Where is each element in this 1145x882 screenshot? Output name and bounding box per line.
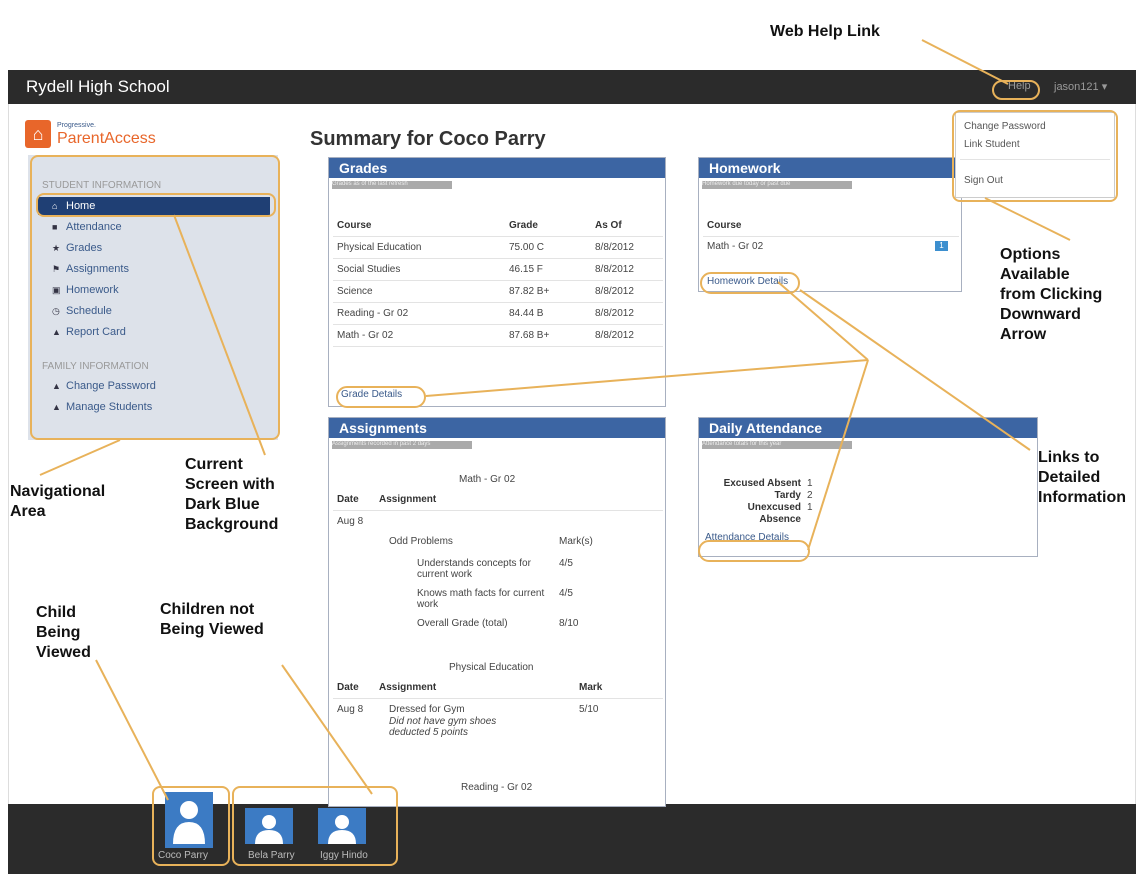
annotation-line: Links to — [1038, 449, 1100, 466]
annotation-line: Being Viewed — [160, 621, 264, 638]
line-attendance-details — [807, 359, 869, 551]
annotation-line: Downward — [1000, 306, 1081, 323]
annotation-line: Children not — [160, 601, 255, 618]
annotation-options: Options Available from Clicking Downward… — [1000, 245, 1102, 345]
annotation-line: Available — [1000, 266, 1070, 283]
line-grade-details — [425, 359, 869, 397]
annotation-links: Links to Detailed Information — [1038, 448, 1126, 508]
annotation-line: Navigational — [10, 483, 106, 500]
annotation-line: Area — [10, 503, 46, 520]
annotation-nav: Navigational Area — [10, 482, 105, 522]
line-not-viewed — [281, 664, 373, 795]
annotation-lines — [39, 39, 1071, 801]
annotation-child: Child Being Viewed — [36, 603, 91, 663]
line-current — [173, 214, 266, 456]
annotation-line: Arrow — [1000, 326, 1047, 343]
annotation-line: Information — [1038, 489, 1126, 506]
annotation-line: Options — [1000, 246, 1061, 263]
line-links — [799, 289, 1031, 451]
annotation-web-help: Web Help Link — [770, 23, 880, 40]
annotation-line: Current — [185, 456, 243, 473]
annotation-line: Detailed — [1038, 469, 1101, 486]
annotation-line: Background — [185, 516, 279, 533]
annotation-line: Screen with — [185, 476, 275, 493]
annotation-line: Viewed — [36, 644, 91, 661]
line-child — [95, 659, 169, 801]
line-homework-details — [777, 281, 869, 361]
annotation-line: from Clicking — [1000, 286, 1103, 303]
line-web-help — [921, 39, 1009, 85]
line-options — [984, 197, 1071, 241]
annotation-not-viewed: Children not Being Viewed — [160, 600, 264, 640]
annotation-line: Being — [36, 624, 81, 641]
annotation-line: Child — [36, 604, 76, 621]
annotation-current: Current Screen with Dark Blue Background — [185, 455, 278, 535]
annotation-line: Dark Blue — [185, 496, 260, 513]
line-nav — [39, 439, 121, 476]
